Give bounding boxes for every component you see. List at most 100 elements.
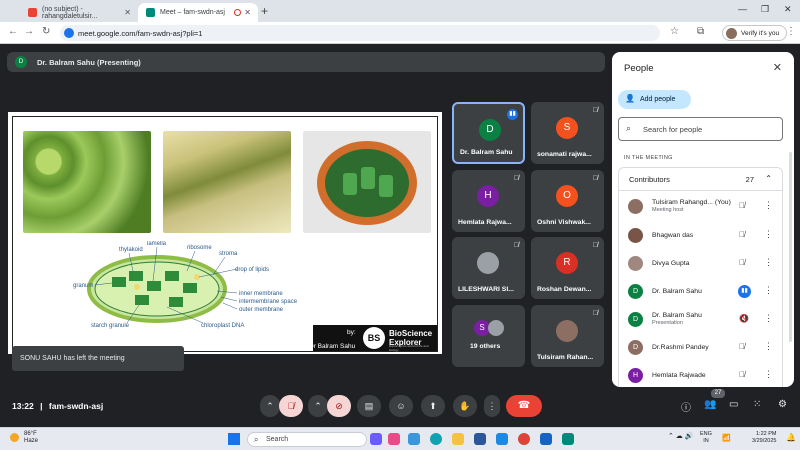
more-options-icon[interactable]: ⋮ bbox=[764, 285, 773, 296]
app-icon[interactable] bbox=[474, 433, 486, 445]
meeting-details-icon[interactable]: ⓘ bbox=[681, 399, 691, 414]
new-tab-button[interactable]: + bbox=[261, 4, 268, 18]
participant-row[interactable]: Bhagwan das 🎙̸ ⋮ bbox=[619, 222, 784, 250]
activities-icon[interactable]: ⁙ bbox=[753, 399, 761, 410]
avatar: D bbox=[628, 312, 643, 327]
tab-gmail[interactable]: (no subject) - rahangdaletulsir... ✕ bbox=[20, 3, 138, 22]
meet-icon bbox=[146, 8, 155, 17]
raise-hand-button[interactable]: ✋ bbox=[453, 395, 477, 417]
more-options-icon[interactable]: ⋮ bbox=[764, 341, 773, 352]
participant-tile[interactable]: 🎙̸ Tulsiram Rahan... bbox=[531, 305, 604, 367]
more-options-icon[interactable]: ⋮ bbox=[484, 395, 500, 417]
present-screen-button[interactable]: ⬆ bbox=[421, 395, 445, 417]
app-icon[interactable] bbox=[496, 433, 508, 445]
close-tab-icon[interactable]: ✕ bbox=[244, 8, 251, 17]
more-options-icon[interactable]: ⋮ bbox=[764, 369, 773, 380]
chrome-icon[interactable] bbox=[518, 433, 530, 445]
window-close-icon[interactable]: ✕ bbox=[784, 4, 792, 15]
meet-icon[interactable] bbox=[562, 433, 574, 445]
participant-tile[interactable]: H 🎙̸ Hemlata Rajwa... bbox=[452, 170, 525, 232]
scrollbar[interactable] bbox=[789, 152, 792, 342]
meeting-time: 13:22 bbox=[12, 401, 34, 411]
audio-options-chevron-icon[interactable]: ⌃ bbox=[260, 395, 280, 417]
windows-start-icon[interactable] bbox=[228, 433, 240, 445]
more-options-icon[interactable]: ⋮ bbox=[764, 200, 773, 211]
participant-row[interactable]: D Dr.Rashmi Pandey 🎙̸ ⋮ bbox=[619, 334, 784, 362]
label-ribosome: ribosome bbox=[187, 245, 212, 251]
back-icon[interactable]: ← bbox=[8, 26, 18, 37]
extensions-icon[interactable]: ⧉ bbox=[697, 26, 704, 37]
emoji-reactions-button[interactable]: ☺ bbox=[389, 395, 413, 417]
app-icon[interactable] bbox=[370, 433, 382, 445]
minimize-icon[interactable]: — bbox=[738, 4, 747, 14]
video-options-chevron-icon[interactable]: ⌃ bbox=[308, 395, 328, 417]
maximize-icon[interactable]: ❐ bbox=[761, 4, 769, 15]
more-options-icon[interactable]: ⋮ bbox=[764, 257, 773, 268]
participant-row[interactable]: Tulsiram Rahangd... (You) Meeting host 🎙… bbox=[619, 193, 784, 221]
participant-row[interactable]: Divya Gupta 🎙̸ ⋮ bbox=[619, 250, 784, 278]
participant-row[interactable]: D Dr. Balram Sahu Presentation 🔇 ⋮ bbox=[619, 306, 784, 334]
participant-tile[interactable]: D ▮▮ Dr. Balram Sahu bbox=[452, 102, 525, 164]
participant-row[interactable]: D Dr. Balram Sahu ▮▮ ⋮ bbox=[619, 278, 784, 306]
chat-icon[interactable]: ▭ bbox=[729, 399, 738, 410]
taskbar-search-label: Search bbox=[266, 436, 289, 443]
site-info-icon[interactable] bbox=[64, 28, 74, 38]
others-tile[interactable]: S 19 others bbox=[452, 305, 525, 367]
participant-tile[interactable]: S 🎙̸ sonamati rajwa... bbox=[531, 102, 604, 164]
bookmark-star-icon[interactable]: ☆ bbox=[670, 26, 679, 37]
label-drop-of-lipids: drop of lipids bbox=[235, 267, 269, 273]
avatar: H bbox=[628, 368, 643, 383]
toast-text: SONU SAHU has left the meeting bbox=[20, 355, 125, 362]
reload-icon[interactable]: ↻ bbox=[42, 26, 50, 37]
meeting-code: fam-swdn-asj bbox=[48, 401, 104, 411]
participant-name: Roshan Dewan... bbox=[537, 286, 592, 293]
others-label: 19 others bbox=[470, 343, 501, 350]
app-icon[interactable] bbox=[408, 433, 420, 445]
participant-row[interactable]: H Hemlata Rajwade 🎙̸ ⋮ bbox=[619, 362, 784, 387]
mic-off-icon: 🎙̸ bbox=[592, 242, 598, 249]
forward-icon[interactable]: → bbox=[24, 26, 34, 37]
weather-widget[interactable]: 86°F Haze bbox=[10, 431, 38, 445]
more-options-icon[interactable]: ⋮ bbox=[764, 229, 773, 240]
search-people-input[interactable]: ⌕ Search for people bbox=[618, 117, 783, 141]
app-icon[interactable] bbox=[388, 433, 400, 445]
mic-off-button[interactable]: 🎙̸ bbox=[279, 395, 303, 417]
url-field[interactable]: meet.google.com/fam-swdn-asj?pli=1 bbox=[60, 25, 660, 41]
taskbar-search[interactable]: ⌕ Search bbox=[247, 432, 367, 447]
participant-name: Hemlata Rajwa... bbox=[458, 219, 512, 226]
presenting-bar: D Dr. Balram Sahu (Presenting) bbox=[7, 52, 605, 72]
leave-call-button[interactable]: ☎ bbox=[506, 395, 542, 417]
browser-menu-icon[interactable]: ⋮ bbox=[786, 26, 796, 37]
participant-list: Tulsiram Rahangd... (You) Meeting host 🎙… bbox=[618, 191, 783, 387]
participant-name: Hemlata Rajwade bbox=[652, 372, 706, 379]
host-controls-icon[interactable]: ⚙ bbox=[778, 399, 787, 410]
clock-date: 3/29/2025 bbox=[752, 438, 777, 444]
participant-tile[interactable]: R 🎙̸ Roshan Dewan... bbox=[531, 237, 604, 299]
label-lamella: lamella bbox=[147, 241, 167, 247]
more-options-icon[interactable]: ⋮ bbox=[764, 313, 773, 324]
mic-off-icon: 🎙̸ bbox=[513, 175, 519, 182]
wifi-icon[interactable]: 📶 bbox=[722, 434, 731, 442]
captions-button[interactable]: ▤ bbox=[357, 395, 381, 417]
participant-tile[interactable]: 🎙̸ LILESHWARI SI... bbox=[452, 237, 525, 299]
camera-off-button[interactable]: ⊘ bbox=[327, 395, 351, 417]
verify-profile-button[interactable]: Verify it's you bbox=[722, 25, 788, 41]
taskbar-clock[interactable]: 1:22 PM 3/29/2025 bbox=[752, 431, 776, 445]
app-icon[interactable] bbox=[540, 433, 552, 445]
people-icon[interactable]: 👥 bbox=[704, 399, 716, 410]
notifications-icon[interactable]: 🔔 bbox=[786, 433, 796, 442]
participant-name: Dr.Rashmi Pandey bbox=[652, 344, 709, 351]
file-explorer-icon[interactable] bbox=[452, 433, 464, 445]
system-tray[interactable]: ⌃ ☁ 🔊 bbox=[668, 432, 693, 440]
add-people-button[interactable]: 👤 Add people bbox=[618, 90, 691, 109]
language-code: ENG bbox=[700, 431, 712, 437]
contributors-toggle[interactable]: Contributors 27 ⌃ bbox=[618, 167, 783, 191]
slide-byline: by: bbox=[347, 329, 356, 336]
close-icon[interactable]: ✕ bbox=[773, 61, 782, 74]
edge-icon[interactable] bbox=[430, 433, 442, 445]
participant-name: Dr. Balram Sahu bbox=[460, 149, 513, 156]
language-indicator[interactable]: ENG IN bbox=[700, 431, 712, 445]
close-tab-icon[interactable]: ✕ bbox=[124, 8, 131, 17]
participant-tile[interactable]: O 🎙̸ Oshni Vishwak... bbox=[531, 170, 604, 232]
tab-meet[interactable]: Meet – fam-swdn-asj ✕ bbox=[138, 3, 258, 22]
